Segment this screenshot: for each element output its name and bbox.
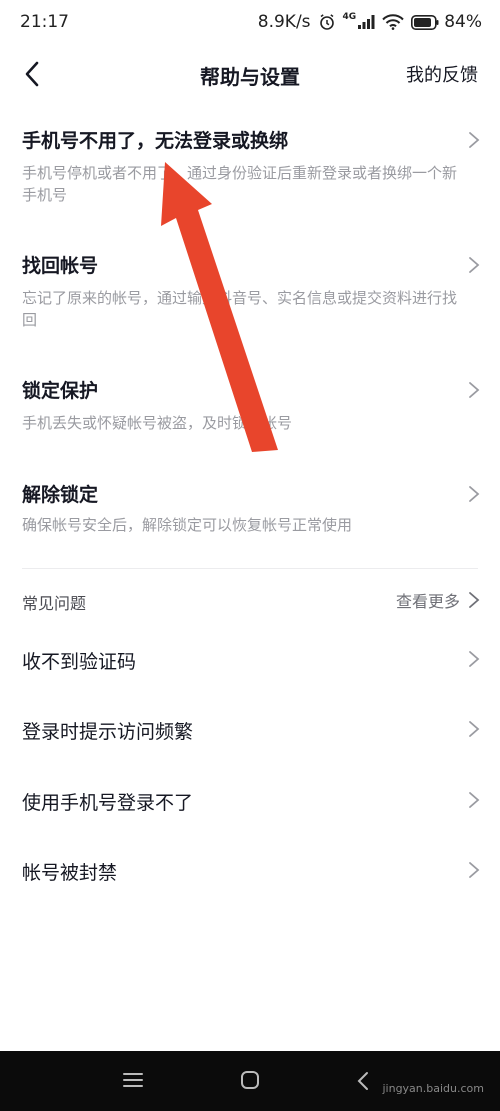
status-bar: 21:17 8.9K/s 4G 84% xyxy=(0,0,500,44)
view-more-label: 查看更多 xyxy=(395,592,460,611)
list-item-unlock[interactable]: 解除锁定 确保帐号安全后，解除锁定可以恢复帐号正常使用 xyxy=(0,476,500,544)
faq-item-title: 登录时提示访问频繁 xyxy=(22,721,194,743)
chevron-right-icon xyxy=(469,651,480,667)
status-time: 21:17 xyxy=(20,12,69,32)
item-description: 确保帐号安全后，解除锁定可以恢复帐号正常使用 xyxy=(22,516,353,534)
faq-item-title: 收不到验证码 xyxy=(22,651,137,673)
battery-icon xyxy=(411,14,439,30)
wifi-icon xyxy=(382,14,404,30)
item-description: 手机号停机或者不用了，通过身份验证后重新登录或者换绑一个新手机号 xyxy=(22,164,458,204)
back-button[interactable] xyxy=(14,56,50,92)
list-item-phone-unusable[interactable]: 手机号不用了，无法登录或换绑 手机号停机或者不用了，通过身份验证后重新登录或者换… xyxy=(0,120,500,210)
item-description: 忘记了原来的帐号，通过输入抖音号、实名信息或提交资料进行找回 xyxy=(22,289,458,329)
system-nav-bar xyxy=(0,1051,500,1111)
network-speed: 8.9K/s xyxy=(257,12,311,32)
home-icon xyxy=(241,1071,259,1089)
list-item-recover-account[interactable]: 找回帐号 忘记了原来的帐号，通过输入抖音号、实名信息或提交资料进行找回 xyxy=(0,247,500,337)
battery-indicator: 84% xyxy=(411,12,482,32)
menu-icon xyxy=(123,1073,143,1087)
status-indicators: 8.9K/s 4G 84% xyxy=(258,12,482,32)
back-icon xyxy=(357,1072,368,1090)
item-title: 解除锁定 xyxy=(22,484,99,506)
faq-item-frequent-access[interactable]: 登录时提示访问频繁 xyxy=(0,704,500,754)
view-more-button[interactable]: 查看更多 xyxy=(396,588,480,612)
faq-item-account-banned[interactable]: 帐号被封禁 xyxy=(0,845,500,895)
item-description: 手机丢失或怀疑帐号被盗，及时锁定帐号 xyxy=(22,414,293,432)
faq-item-title: 使用手机号登录不了 xyxy=(22,792,194,814)
my-feedback-button[interactable]: 我的反馈 xyxy=(406,61,478,87)
chevron-left-icon xyxy=(25,61,39,87)
list-item-lock-protection[interactable]: 锁定保护 手机丢失或怀疑帐号被盗，及时锁定帐号 xyxy=(0,372,500,440)
chevron-right-icon xyxy=(469,721,480,737)
nav-bar: 帮助与设置 我的反馈 xyxy=(0,44,500,104)
chevron-right-icon xyxy=(469,792,480,808)
faq-item-title: 帐号被封禁 xyxy=(22,862,118,884)
faq-section-title: 常见问题 xyxy=(22,594,87,613)
back-nav-button[interactable] xyxy=(355,1071,371,1095)
network-type: 4G xyxy=(342,12,357,22)
chevron-right-icon xyxy=(469,382,480,398)
faq-item-phone-login-failed[interactable]: 使用手机号登录不了 xyxy=(0,775,500,825)
signal-icon: 4G xyxy=(342,12,376,30)
chevron-right-icon xyxy=(469,862,480,878)
battery-percent: 84% xyxy=(444,12,482,32)
faq-item-no-verification-code[interactable]: 收不到验证码 xyxy=(0,634,500,684)
section-divider xyxy=(22,568,478,569)
chevron-right-icon xyxy=(469,257,480,273)
item-title: 手机号不用了，无法登录或换绑 xyxy=(22,130,289,152)
chevron-right-icon xyxy=(469,132,480,148)
faq-header: 常见问题 查看更多 xyxy=(0,580,500,620)
home-button[interactable] xyxy=(240,1070,260,1094)
chevron-right-icon xyxy=(469,592,480,608)
item-title: 锁定保护 xyxy=(22,380,99,402)
menu-button[interactable] xyxy=(122,1071,144,1093)
alarm-icon xyxy=(318,13,336,31)
chevron-right-icon xyxy=(469,486,480,502)
item-title: 找回帐号 xyxy=(22,255,99,277)
watermark: jingyan.baidu.com xyxy=(382,1082,484,1095)
